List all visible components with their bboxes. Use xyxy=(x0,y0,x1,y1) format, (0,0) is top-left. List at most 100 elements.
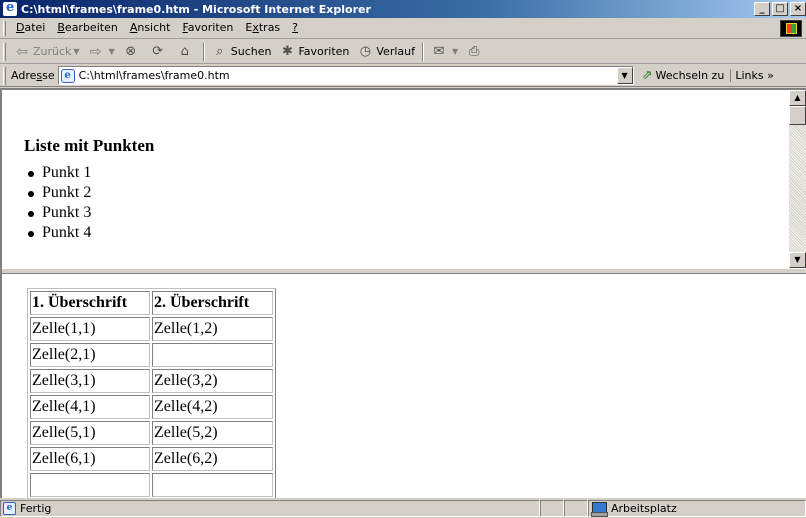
bottom-frame: 1. Überschrift 2. Überschrift Zelle(1,1)… xyxy=(2,274,806,500)
page-done-icon: e xyxy=(3,501,16,515)
table-row: Zelle(5,1) Zelle(5,2) xyxy=(30,421,273,445)
menu-favoriten[interactable]: Favoriten xyxy=(176,19,239,37)
menu-help[interactable]: ? xyxy=(286,19,304,37)
menu-bar: Datei Bearbeiten Ansicht Favoriten Extra… xyxy=(0,18,806,39)
go-button[interactable]: ⇗ Wechseln zu xyxy=(634,68,731,83)
table-cell: Zelle(2,1) xyxy=(30,343,150,367)
scroll-thumb[interactable] xyxy=(789,106,806,125)
table-row: Zelle(2,1) xyxy=(30,343,273,367)
scroll-up-button[interactable]: ▲ xyxy=(789,90,806,106)
standard-toolbar: ⇦ Zurück ▼ ⇨ ▼ ⊗ ⟳ ⌂ ⌕ Suchen ✱ Favorite… xyxy=(0,40,806,64)
bullet-list: Punkt 1 Punkt 2 Punkt 3 Punkt 4 xyxy=(26,163,91,240)
list-heading: Liste mit Punkten xyxy=(24,136,155,155)
table-row: Zelle(3,1) Zelle(3,2) xyxy=(30,369,273,393)
table-cell xyxy=(30,473,150,497)
chevron-down-icon[interactable]: ▼ xyxy=(452,47,458,56)
history-button[interactable]: ◷ Verlauf xyxy=(353,41,419,63)
forward-button[interactable]: ⇨ ▼ xyxy=(84,41,119,63)
address-input[interactable]: e C:\html\frames\frame0.htm ▼ xyxy=(57,66,634,85)
table-cell: Zelle(1,2) xyxy=(152,317,273,341)
menu-extras[interactable]: Extras xyxy=(239,19,286,37)
list-item: Punkt 1 xyxy=(26,163,91,183)
table-cell: Zelle(4,2) xyxy=(152,395,273,419)
address-dropdown-button[interactable]: ▼ xyxy=(616,67,633,84)
menu-datei[interactable]: Datei xyxy=(10,19,51,37)
table-cell: Zelle(5,1) xyxy=(30,421,150,445)
column-header: 2. Überschrift xyxy=(152,291,273,315)
top-frame-content: Liste mit Punkten Punkt 1 Punkt 2 Punkt … xyxy=(2,90,787,240)
zone-label: Arbeitsplatz xyxy=(611,501,677,515)
back-arrow-icon: ⇦ xyxy=(16,43,28,60)
status-text-pane: e Fertig xyxy=(0,499,540,517)
status-bar: e Fertig Arbeitsplatz xyxy=(0,498,806,518)
status-zone-pane: Arbeitsplatz xyxy=(588,499,806,517)
mail-button[interactable]: ✉ ▼ xyxy=(427,41,462,63)
title-bar[interactable]: C:\html\frames\frame0.htm - Microsoft In… xyxy=(0,0,806,18)
toolbar-grip[interactable] xyxy=(3,20,6,36)
refresh-button[interactable]: ⟳ xyxy=(146,41,173,63)
menu-ansicht[interactable]: Ansicht xyxy=(124,19,177,37)
home-icon: ⌂ xyxy=(180,43,189,59)
table-row: Zelle(1,1) Zelle(1,2) xyxy=(30,317,273,341)
window-controls: _ □ × xyxy=(754,2,806,16)
stop-button[interactable]: ⊗ xyxy=(119,41,146,63)
table-cell: Zelle(5,2) xyxy=(152,421,273,445)
chevron-down-icon[interactable]: ▼ xyxy=(109,47,115,56)
page-icon: e xyxy=(60,68,75,83)
refresh-icon: ⟳ xyxy=(152,43,164,59)
favorites-icon: ✱ xyxy=(282,43,293,59)
minimize-button[interactable]: _ xyxy=(754,2,770,16)
list-item: Punkt 4 xyxy=(26,223,91,240)
chevron-down-icon[interactable]: ▼ xyxy=(73,47,79,56)
list-item: Punkt 2 xyxy=(26,183,91,203)
search-icon: ⌕ xyxy=(216,43,224,59)
window-title: C:\html\frames\frame0.htm - Microsoft In… xyxy=(21,2,371,16)
close-button[interactable]: × xyxy=(790,2,806,16)
back-button[interactable]: ⇦ Zurück ▼ xyxy=(10,41,84,63)
table-cell: Zelle(6,2) xyxy=(152,447,273,471)
status-progress-pane xyxy=(540,499,564,517)
stop-icon: ⊗ xyxy=(125,43,137,59)
table-row xyxy=(30,473,273,497)
history-icon: ◷ xyxy=(359,43,372,59)
computer-icon xyxy=(591,501,608,517)
table-header-row: 1. Überschrift 2. Überschrift xyxy=(30,291,273,315)
table-cell: Zelle(1,1) xyxy=(30,317,150,341)
home-button[interactable]: ⌂ xyxy=(173,41,200,63)
search-button[interactable]: ⌕ Suchen xyxy=(208,41,276,63)
status-text: Fertig xyxy=(20,501,52,515)
windows-logo-icon xyxy=(780,20,802,37)
toolbar-grip[interactable] xyxy=(3,66,6,85)
print-button[interactable]: ⎙ xyxy=(462,41,489,63)
maximize-button[interactable]: □ xyxy=(772,2,788,16)
status-security-pane xyxy=(564,499,588,517)
top-frame-scrollbar[interactable]: ▲ ▼ xyxy=(789,90,806,268)
scroll-down-button[interactable]: ▼ xyxy=(789,252,806,268)
table-cell xyxy=(152,473,273,497)
links-button[interactable]: Links » xyxy=(730,69,774,82)
top-frame: Liste mit Punkten Punkt 1 Punkt 2 Punkt … xyxy=(2,90,806,240)
table-cell: Zelle(3,1) xyxy=(30,369,150,393)
toolbar-grip[interactable] xyxy=(3,42,6,61)
table-cell: Zelle(6,1) xyxy=(30,447,150,471)
favorites-button[interactable]: ✱ Favoriten xyxy=(275,41,353,63)
menu-bearbeiten[interactable]: Bearbeiten xyxy=(51,19,123,37)
address-value[interactable]: C:\html\frames\frame0.htm xyxy=(79,69,230,82)
toolbar-separator xyxy=(202,42,205,61)
go-arrow-icon: ⇗ xyxy=(641,68,653,83)
print-icon: ⎙ xyxy=(468,43,480,59)
forward-arrow-icon: ⇨ xyxy=(89,43,102,60)
data-table: 1. Überschrift 2. Überschrift Zelle(1,1)… xyxy=(27,288,276,500)
toolbar-separator xyxy=(422,42,424,61)
list-item: Punkt 3 xyxy=(26,203,91,223)
internet-explorer-icon[interactable] xyxy=(3,0,17,16)
table-cell xyxy=(152,343,273,367)
table-row: Zelle(4,1) Zelle(4,2) xyxy=(30,395,273,419)
table-cell: Zelle(3,2) xyxy=(152,369,273,393)
browser-viewport: Liste mit Punkten Punkt 1 Punkt 2 Punkt … xyxy=(0,88,806,500)
mail-icon: ✉ xyxy=(433,43,445,59)
address-label: Adresse xyxy=(11,69,55,82)
column-header: 1. Überschrift xyxy=(30,291,150,315)
table-cell: Zelle(4,1) xyxy=(30,395,150,419)
table-row: Zelle(6,1) Zelle(6,2) xyxy=(30,447,273,471)
